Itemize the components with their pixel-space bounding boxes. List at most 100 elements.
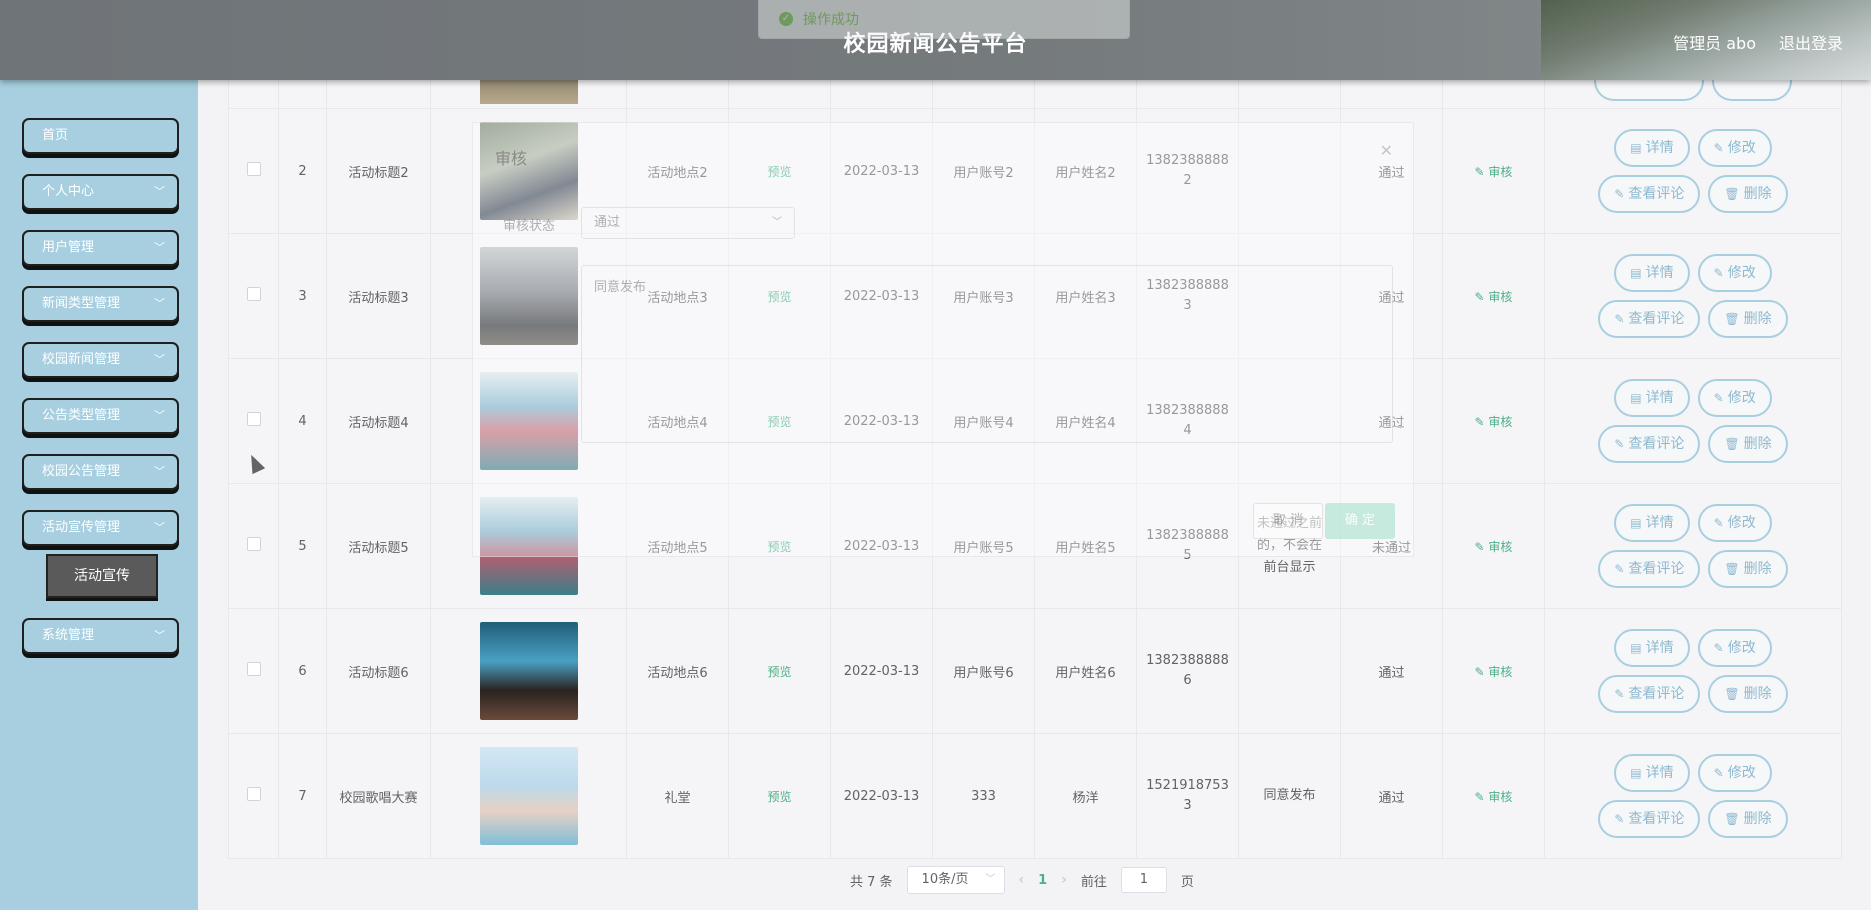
sidebar-item-campus-notice-management[interactable]: 校园公告管理 ﹀ (22, 454, 179, 490)
row-actions: ▤ 详情 ✎ 修改 ✎ 查看评论 🗑 删除 (1545, 504, 1841, 588)
edit-button[interactable]: ✎ 修改 (1697, 129, 1772, 167)
delete-button[interactable]: 🗑 删除 (1708, 175, 1788, 213)
chevron-down-icon: ﹀ (985, 874, 996, 885)
audit-reply-textarea[interactable]: 同意发布 (581, 265, 1393, 443)
sidebar-item-activity-management[interactable]: 活动宣传管理 ﹀ (22, 510, 179, 546)
audit-link[interactable]: ✎ 审核 (1475, 290, 1513, 304)
current-page[interactable]: 1 (1038, 873, 1047, 888)
row-checkbox[interactable] (246, 662, 261, 676)
preview-link[interactable]: 预览 (767, 790, 791, 804)
edit-button[interactable]: ✎ 修改 (1697, 754, 1772, 792)
audit-link[interactable]: ✎ 审核 (1475, 540, 1513, 554)
delete-button[interactable]: 🗑 删除 (1708, 425, 1788, 463)
delete-button[interactable]: 🗑 删除 (1708, 800, 1788, 838)
confirm-button[interactable]: 确 定 (1325, 503, 1395, 539)
edit-button-label: 修改 (1727, 140, 1756, 156)
audit-status: 通过 (1340, 733, 1443, 859)
delete-button[interactable] (1712, 76, 1792, 101)
sidebar-item-campus-news-management[interactable]: 校园新闻管理 ﹀ (22, 342, 179, 378)
pencil-icon: ✎ (1713, 641, 1724, 655)
activity-title: 活动标题2 (326, 108, 431, 234)
detail-button-label: 详情 (1645, 765, 1674, 781)
row-index: 3 (278, 233, 327, 359)
audit-status-select[interactable]: 通过 ﹀ (581, 207, 795, 239)
sidebar-item-personal-center[interactable]: 个人中心 ﹀ (22, 174, 179, 210)
audit-link[interactable]: ✎ 审核 (1475, 790, 1513, 804)
audit-reply (1238, 608, 1341, 734)
comments-button-label: 查看评论 (1628, 186, 1685, 202)
sidebar-subitem-activity-promotion[interactable]: 活动宣传 (46, 554, 158, 598)
document-icon: ▤ (1630, 641, 1642, 655)
row-checkbox[interactable] (246, 537, 261, 551)
cancel-button[interactable]: 取 消 (1253, 503, 1323, 539)
activity-place: 活动地点6 (626, 608, 729, 734)
audit-status-value: 通过 (594, 215, 621, 230)
page-size-select[interactable]: 10条/页 ﹀ (906, 866, 1005, 894)
detail-button[interactable]: ▤ 详情 (1614, 254, 1690, 292)
goto-page-input[interactable]: 1 (1120, 867, 1167, 893)
document-icon: ▤ (1630, 766, 1642, 780)
chevron-down-icon: ﹀ (772, 217, 782, 228)
edit-button[interactable]: ✎ 修改 (1697, 379, 1772, 417)
delete-button[interactable]: 🗑 删除 (1708, 675, 1788, 713)
sidebar-item-home[interactable]: 首页 (22, 118, 179, 154)
row-checkbox[interactable] (246, 162, 261, 176)
page-unit-label: 页 (1180, 874, 1194, 890)
comments-button[interactable] (1594, 76, 1704, 101)
activity-date: 2022-03-13 (830, 733, 933, 859)
detail-button[interactable]: ▤ 详情 (1614, 504, 1690, 542)
pencil-icon: ✎ (1614, 437, 1625, 451)
edit-icon: ✎ (1474, 539, 1489, 554)
comments-button[interactable]: ✎ 查看评论 (1598, 300, 1701, 338)
detail-button-label: 详情 (1645, 640, 1674, 656)
edit-button[interactable]: ✎ 修改 (1697, 629, 1772, 667)
detail-button[interactable]: ▤ 详情 (1614, 379, 1690, 417)
detail-button[interactable]: ▤ 详情 (1614, 129, 1690, 167)
comments-button[interactable]: ✎ 查看评论 (1598, 675, 1701, 713)
next-page-icon[interactable]: › (1061, 872, 1067, 888)
sidebar-item-user-management[interactable]: 用户管理 ﹀ (22, 230, 179, 266)
audit-status-label: 审核状态 (503, 219, 556, 234)
activity-thumbnail[interactable] (479, 747, 578, 845)
sidebar-item-notice-type-management[interactable]: 公告类型管理 ﹀ (22, 398, 179, 434)
comments-button[interactable]: ✎ 查看评论 (1598, 175, 1701, 213)
phone-line-1: 1382388888 (1146, 653, 1229, 668)
edit-button-label: 修改 (1727, 390, 1756, 406)
row-index: 2 (278, 108, 327, 234)
edit-icon: ✎ (1474, 414, 1489, 429)
document-icon: ▤ (1630, 391, 1642, 405)
edit-icon: ✎ (1474, 789, 1489, 804)
audit-link[interactable]: ✎ 审核 (1475, 165, 1513, 179)
sidebar-item-system-management[interactable]: 系统管理 ﹀ (22, 618, 179, 654)
comments-button[interactable]: ✎ 查看评论 (1598, 800, 1701, 838)
audit-link[interactable]: ✎ 审核 (1475, 415, 1513, 429)
row-checkbox[interactable] (246, 787, 261, 801)
activity-thumbnail[interactable] (479, 622, 578, 720)
preview-link[interactable]: 预览 (767, 665, 791, 679)
detail-button[interactable]: ▤ 详情 (1614, 629, 1690, 667)
delete-button[interactable]: 🗑 删除 (1708, 300, 1788, 338)
sidebar-item-news-type-management[interactable]: 新闻类型管理 ﹀ (22, 286, 179, 322)
prev-page-icon[interactable]: ‹ (1019, 872, 1025, 888)
sidebar-item-label: 系统管理 (42, 628, 95, 643)
delete-button-label: 删除 (1743, 311, 1772, 327)
pencil-icon: ✎ (1614, 312, 1625, 326)
close-icon[interactable]: ✕ (1380, 141, 1393, 160)
detail-button[interactable]: ▤ 详情 (1614, 754, 1690, 792)
edit-button[interactable]: ✎ 修改 (1697, 254, 1772, 292)
pencil-icon: ✎ (1614, 687, 1625, 701)
row-checkbox[interactable] (246, 412, 261, 426)
comments-button[interactable]: ✎ 查看评论 (1598, 550, 1701, 588)
delete-button[interactable]: 🗑 删除 (1708, 550, 1788, 588)
delete-button-label: 删除 (1743, 436, 1772, 452)
row-checkbox[interactable] (246, 287, 261, 301)
audit-link-label: 审核 (1488, 664, 1513, 679)
logout-link[interactable]: 退出登录 (1779, 30, 1843, 54)
row-index: 7 (278, 733, 327, 859)
comments-button[interactable]: ✎ 查看评论 (1598, 425, 1701, 463)
user-phone: 1521918753 3 (1136, 733, 1239, 859)
audit-link[interactable]: ✎ 审核 (1475, 665, 1513, 679)
chevron-down-icon: ﹀ (154, 409, 165, 422)
trash-icon: 🗑 (1724, 437, 1740, 451)
edit-button[interactable]: ✎ 修改 (1697, 504, 1772, 542)
